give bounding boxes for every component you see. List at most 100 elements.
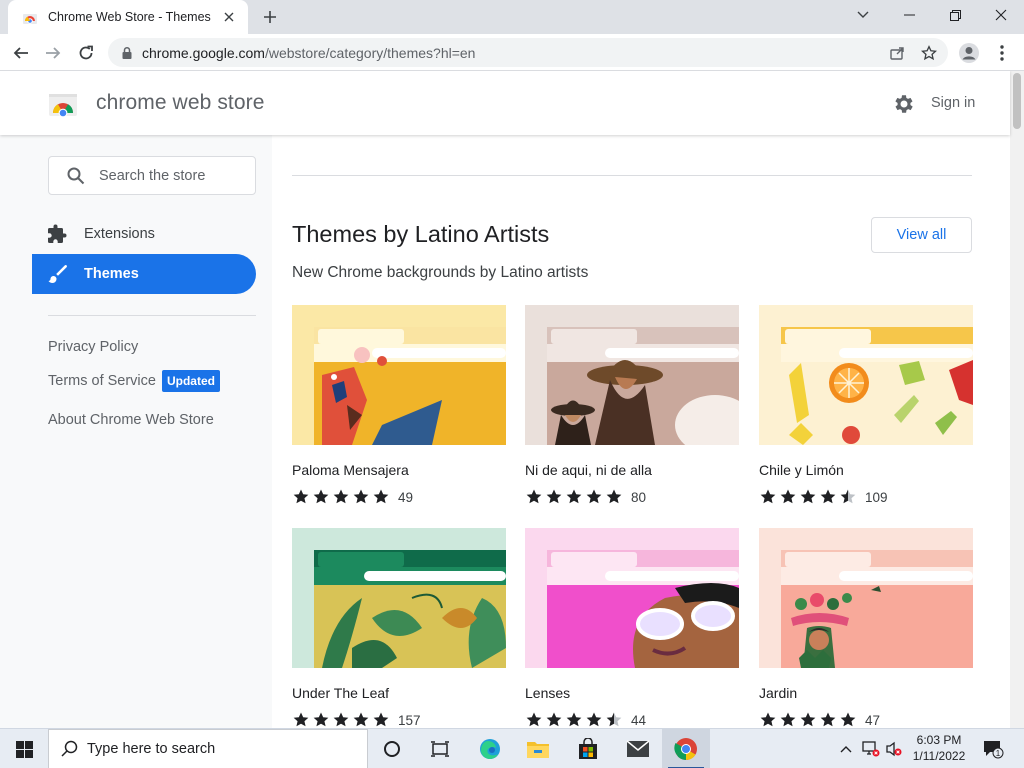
star-icon bbox=[526, 712, 542, 727]
more-menu-icon[interactable] bbox=[989, 40, 1015, 66]
star-icon bbox=[820, 489, 836, 504]
theme-thumbnail[interactable] bbox=[525, 305, 739, 445]
page-scrollbar[interactable] bbox=[1010, 71, 1024, 728]
tab-search-chevron-icon[interactable] bbox=[840, 0, 886, 30]
star-icon bbox=[840, 712, 856, 727]
notification-count: 1 bbox=[996, 749, 1001, 758]
terms-of-service-link[interactable]: Terms of Service bbox=[48, 373, 156, 389]
rating-stars bbox=[292, 488, 392, 506]
rating-stars bbox=[759, 711, 859, 728]
back-button[interactable] bbox=[8, 40, 34, 66]
chrome-web-store-logo-icon[interactable] bbox=[48, 88, 78, 118]
search-icon bbox=[61, 740, 78, 757]
taskbar-clock[interactable]: 6:03 PM 1/11/2022 bbox=[903, 732, 975, 764]
url-path: /webstore/category/themes?hl=en bbox=[264, 44, 476, 61]
rating-stars bbox=[292, 711, 392, 728]
share-icon[interactable] bbox=[888, 44, 906, 62]
section-title: Themes by Latino Artists bbox=[292, 221, 550, 247]
theme-name[interactable]: Ni de aqui, ni de alla bbox=[525, 462, 739, 478]
section-divider bbox=[292, 175, 972, 176]
forward-button[interactable] bbox=[40, 40, 66, 66]
store-sidebar: Extensions Themes Privacy Policy Terms o… bbox=[0, 135, 272, 728]
star-icon bbox=[313, 712, 329, 727]
theme-card[interactable]: Chile y Limón 109 bbox=[759, 305, 973, 505]
store-header: chrome web store Sign in bbox=[0, 71, 1010, 135]
theme-thumbnail[interactable] bbox=[292, 305, 506, 445]
store-title[interactable]: chrome web store bbox=[96, 91, 265, 115]
theme-rating: 157 bbox=[292, 712, 506, 728]
minimize-button[interactable] bbox=[886, 0, 932, 30]
store-search-box[interactable] bbox=[48, 156, 256, 195]
mail-icon[interactable] bbox=[614, 729, 662, 768]
cortana-icon[interactable] bbox=[368, 729, 416, 768]
star-icon bbox=[333, 712, 349, 727]
view-all-button[interactable]: View all bbox=[871, 217, 972, 253]
tab-title: Chrome Web Store - Themes bbox=[48, 10, 211, 24]
bookmark-star-icon[interactable] bbox=[920, 44, 938, 62]
edge-browser-icon[interactable] bbox=[466, 729, 514, 768]
show-hidden-icons-chevron-icon[interactable] bbox=[836, 729, 856, 768]
theme-thumbnail[interactable] bbox=[292, 528, 506, 668]
restore-button[interactable] bbox=[932, 0, 978, 30]
network-icon[interactable] bbox=[860, 729, 882, 768]
about-store-link[interactable]: About Chrome Web Store bbox=[48, 412, 214, 428]
star-icon bbox=[780, 489, 796, 504]
task-view-icon[interactable] bbox=[416, 729, 464, 768]
close-window-button[interactable] bbox=[978, 0, 1024, 30]
star-icon bbox=[586, 489, 602, 504]
terms-of-service-row: Terms of Service Updated bbox=[48, 370, 220, 392]
profile-avatar-icon[interactable] bbox=[956, 40, 982, 66]
new-tab-button[interactable] bbox=[258, 6, 282, 28]
star-icon bbox=[313, 489, 329, 504]
theme-card[interactable]: Under The Leaf 157 bbox=[292, 528, 506, 728]
sign-in-link[interactable]: Sign in bbox=[931, 95, 975, 111]
theme-card[interactable]: Paloma Mensajera 49 bbox=[292, 305, 506, 505]
theme-rating: 109 bbox=[759, 489, 973, 505]
updated-badge: Updated bbox=[161, 370, 220, 392]
theme-rating: 44 bbox=[525, 712, 739, 728]
rating-count: 44 bbox=[631, 712, 647, 728]
star-icon bbox=[353, 712, 369, 727]
store-search-input[interactable] bbox=[99, 167, 239, 184]
star-icon bbox=[373, 712, 389, 727]
theme-name[interactable]: Under The Leaf bbox=[292, 685, 506, 701]
theme-thumbnail[interactable] bbox=[525, 528, 739, 668]
tab-strip: Chrome Web Store - Themes bbox=[0, 0, 1024, 34]
lock-icon bbox=[122, 46, 132, 59]
taskbar-search-box[interactable]: Type here to search bbox=[48, 729, 368, 768]
microsoft-store-icon[interactable] bbox=[564, 729, 612, 768]
star-icon bbox=[820, 712, 836, 727]
star-icon bbox=[586, 712, 602, 727]
privacy-policy-link[interactable]: Privacy Policy bbox=[48, 339, 138, 355]
theme-name[interactable]: Paloma Mensajera bbox=[292, 462, 506, 478]
sidebar-item-extensions[interactable]: Extensions bbox=[32, 214, 256, 254]
start-button[interactable] bbox=[0, 729, 48, 768]
sidebar-item-themes[interactable]: Themes bbox=[32, 254, 256, 294]
reload-button[interactable] bbox=[73, 40, 99, 66]
rating-stars bbox=[759, 488, 859, 506]
scrollbar-thumb[interactable] bbox=[1013, 73, 1021, 129]
theme-name[interactable]: Lenses bbox=[525, 685, 739, 701]
browser-tab[interactable]: Chrome Web Store - Themes bbox=[8, 0, 248, 34]
notification-center-icon[interactable]: 1 bbox=[978, 729, 1008, 768]
theme-card[interactable]: Jardin 47 bbox=[759, 528, 973, 728]
theme-thumbnail[interactable] bbox=[759, 305, 973, 445]
address-bar[interactable]: chrome.google.com/webstore/category/them… bbox=[108, 38, 948, 67]
theme-card[interactable]: Lenses 44 bbox=[525, 528, 739, 728]
rating-count: 109 bbox=[865, 489, 888, 505]
close-tab-icon[interactable] bbox=[220, 8, 238, 26]
theme-thumbnail[interactable] bbox=[759, 528, 973, 668]
rating-stars bbox=[525, 711, 625, 728]
url-text: chrome.google.com/webstore/category/them… bbox=[142, 45, 475, 61]
volume-muted-icon[interactable] bbox=[884, 729, 904, 768]
file-explorer-icon[interactable] bbox=[514, 729, 562, 768]
rating-count: 80 bbox=[631, 489, 647, 505]
clock-time: 6:03 PM bbox=[916, 733, 962, 747]
theme-card[interactable]: Ni de aqui, ni de alla 80 bbox=[525, 305, 739, 505]
settings-gear-icon[interactable] bbox=[892, 92, 916, 116]
theme-name[interactable]: Chile y Limón bbox=[759, 462, 973, 478]
brush-icon bbox=[48, 265, 67, 283]
star-icon bbox=[760, 712, 776, 727]
chrome-taskbar-icon[interactable] bbox=[662, 729, 710, 768]
theme-name[interactable]: Jardin bbox=[759, 685, 973, 701]
